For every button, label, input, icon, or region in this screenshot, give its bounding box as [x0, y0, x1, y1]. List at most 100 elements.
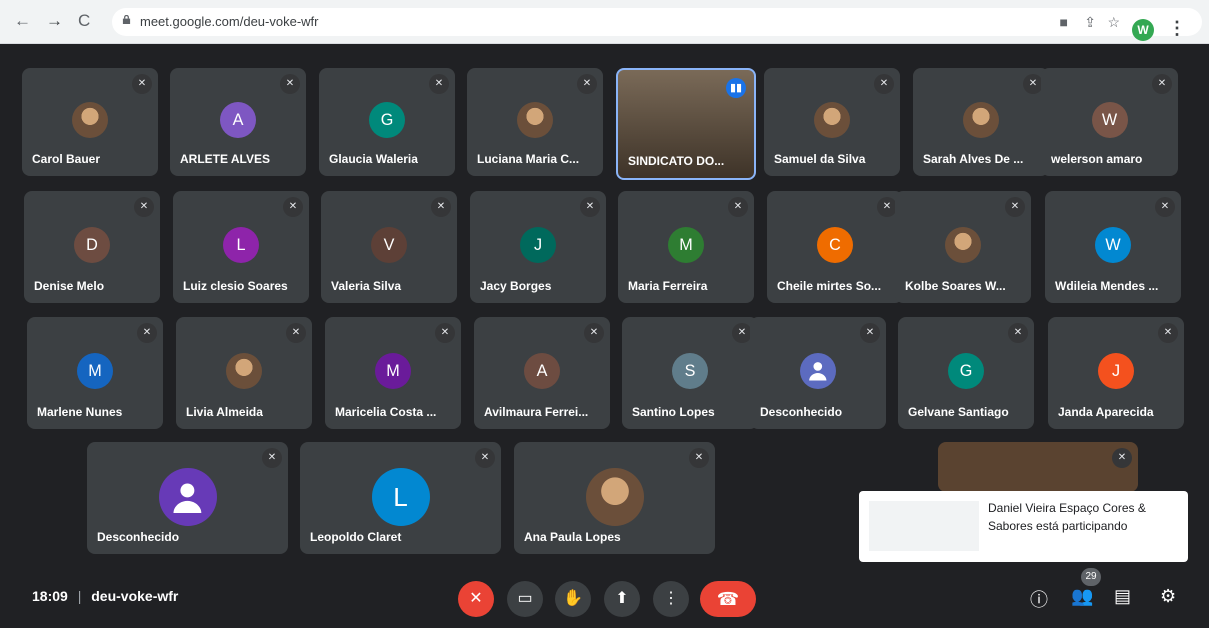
- forward-icon[interactable]: →: [46, 12, 63, 30]
- participant-tile[interactable]: ▮▮ SINDICATO DO...: [616, 68, 756, 180]
- participant-tile[interactable]: V ✕ Valeria Silva: [321, 191, 457, 303]
- lock-icon: [122, 15, 131, 24]
- more-options-button[interactable]: ⋮: [653, 581, 689, 617]
- participant-tile[interactable]: G ✕ Gelvane Santiago: [898, 317, 1034, 429]
- mic-toggle-button[interactable]: ✕: [458, 581, 494, 617]
- participant-count-badge: 29: [1081, 568, 1101, 586]
- mic-off-icon: ✕: [689, 448, 709, 468]
- participant-tile[interactable]: A ✕ ARLETE ALVES: [170, 68, 306, 176]
- mic-off-icon: ✕: [1155, 197, 1175, 217]
- participant-photo: [517, 102, 553, 138]
- participant-tile[interactable]: L ✕ Leopoldo Claret: [300, 442, 501, 554]
- chat-icon[interactable]: ▤: [1114, 586, 1131, 607]
- participant-name: Maricelia Costa ...: [335, 405, 437, 419]
- participant-tile-video[interactable]: ✕: [938, 442, 1138, 492]
- participant-tile[interactable]: L ✕ Luiz clesio Soares: [173, 191, 309, 303]
- participant-tile[interactable]: ✕ Sarah Alves De ...: [913, 68, 1049, 176]
- participant-tile[interactable]: A ✕ Avilmaura Ferrei...: [474, 317, 610, 429]
- participant-name: Leopoldo Claret: [310, 530, 402, 544]
- participant-name: SINDICATO DO...: [628, 154, 725, 168]
- participant-tile[interactable]: ✕ Kolbe Soares W...: [895, 191, 1031, 303]
- participant-avatar: D: [74, 227, 110, 263]
- participant-photo: [945, 227, 981, 263]
- address-bar[interactable]: meet.google.com/deu-voke-wfr ■ ⇪ ☆ W ⋮: [112, 8, 1202, 41]
- back-icon[interactable]: ←: [14, 12, 31, 30]
- participant-tile[interactable]: ✕ Ana Paula Lopes: [514, 442, 715, 554]
- participant-tile[interactable]: ✕ Luciana Maria C...: [467, 68, 603, 176]
- participant-tile[interactable]: ✕ Samuel da Silva: [764, 68, 900, 176]
- participant-avatar: A: [524, 353, 560, 389]
- participant-avatar: G: [369, 102, 405, 138]
- leave-call-button[interactable]: ☎: [700, 581, 756, 617]
- participant-photo: [585, 468, 644, 526]
- info-icon[interactable]: ⓘ: [1030, 586, 1048, 612]
- mic-off-icon: ✕: [132, 74, 152, 94]
- participant-name: Kolbe Soares W...: [905, 279, 1006, 293]
- participant-name: Avilmaura Ferrei...: [484, 405, 589, 419]
- participant-avatar: J: [1098, 353, 1134, 389]
- participant-name: Janda Aparecida: [1058, 405, 1154, 419]
- participant-name: Maria Ferreira: [628, 279, 708, 293]
- meeting-code: deu-voke-wfr: [91, 588, 179, 604]
- participant-avatar: S: [672, 353, 708, 389]
- participant-tile[interactable]: M ✕ Maricelia Costa ...: [325, 317, 461, 429]
- participant-tile[interactable]: W ✕ welerson amaro: [1041, 68, 1178, 176]
- mic-off-icon: ✕: [860, 323, 880, 343]
- participant-tile[interactable]: ✕ Livia Almeida: [176, 317, 312, 429]
- participant-name: Desconhecido: [760, 405, 843, 419]
- participant-name: Carol Bauer: [32, 152, 101, 166]
- participant-tile[interactable]: C ✕ Cheile mirtes So...: [767, 191, 903, 303]
- mic-off-icon: ✕: [137, 323, 157, 343]
- participant-photo: [226, 353, 262, 389]
- camera-toggle-button[interactable]: ▭: [507, 581, 543, 617]
- participant-avatar: W: [1095, 227, 1131, 263]
- reload-icon[interactable]: C: [78, 12, 90, 30]
- participant-name: Cheile mirtes So...: [777, 279, 882, 293]
- participant-tile[interactable]: M ✕ Maria Ferreira: [618, 191, 754, 303]
- participant-name: welerson amaro: [1051, 152, 1143, 166]
- participant-tile[interactable]: G ✕ Glaucia Waleria: [319, 68, 455, 176]
- participant-name: Marlene Nunes: [37, 405, 123, 419]
- present-button[interactable]: ⬆: [604, 581, 640, 617]
- participant-name: Gelvane Santiago: [908, 405, 1009, 419]
- participant-avatar: C: [817, 227, 853, 263]
- participant-tile[interactable]: J ✕ Jacy Borges: [470, 191, 606, 303]
- participant-tile[interactable]: J ✕ Janda Aparecida: [1048, 317, 1184, 429]
- share-icon[interactable]: ⇪: [1084, 14, 1096, 31]
- participant-name: Santino Lopes: [632, 405, 715, 419]
- raise-hand-button[interactable]: ✋: [555, 581, 591, 617]
- participant-avatar: M: [668, 227, 704, 263]
- participant-tile[interactable]: D ✕ Denise Melo: [24, 191, 160, 303]
- participant-tile[interactable]: W ✕ Wdileia Mendes ...: [1045, 191, 1181, 303]
- participant-tile[interactable]: ✕ Desconhecido: [750, 317, 886, 429]
- participant-name: Luiz clesio Soares: [183, 279, 288, 293]
- participant-tile[interactable]: ✕ Carol Bauer: [22, 68, 158, 176]
- star-icon[interactable]: ☆: [1107, 14, 1120, 31]
- participant-tile[interactable]: S ✕ Santino Lopes: [622, 317, 758, 429]
- participant-avatar: J: [520, 227, 556, 263]
- mic-off-icon: ✕: [580, 197, 600, 217]
- join-notification: Daniel Vieira Espaço Cores & Sabores est…: [859, 491, 1188, 562]
- participant-photo: [963, 102, 999, 138]
- anonymous-user-avatar: [158, 468, 217, 526]
- meeting-controls-bar: 18:09 | deu-voke-wfr ✕ ▭ ✋ ⬆ ⋮ ☎ ⓘ 👥 29 …: [0, 568, 1209, 628]
- participant-name: Ana Paula Lopes: [524, 530, 621, 544]
- browser-menu-icon[interactable]: ⋮: [1168, 18, 1186, 39]
- meeting-info: 18:09 | deu-voke-wfr: [32, 588, 178, 604]
- participant-avatar: M: [77, 353, 113, 389]
- participant-tile[interactable]: M ✕ Marlene Nunes: [27, 317, 163, 429]
- browser-chrome: ← → C meet.google.com/deu-voke-wfr ■ ⇪ ☆…: [0, 0, 1209, 44]
- participant-tile[interactable]: ✕ Desconhecido: [87, 442, 288, 554]
- participant-name: Desconhecido: [97, 530, 180, 544]
- profile-avatar[interactable]: W: [1132, 19, 1154, 41]
- mic-off-icon: ✕: [732, 323, 752, 343]
- participant-avatar: V: [371, 227, 407, 263]
- notification-text: Daniel Vieira Espaço Cores & Sabores est…: [988, 501, 1146, 533]
- camera-icon[interactable]: ■: [1060, 14, 1068, 30]
- activities-icon[interactable]: ⚙: [1160, 586, 1176, 607]
- participant-name: Samuel da Silva: [774, 152, 866, 166]
- mic-off-icon: ✕: [286, 323, 306, 343]
- url-text: meet.google.com/deu-voke-wfr: [140, 14, 319, 29]
- people-icon[interactable]: 👥: [1071, 586, 1093, 607]
- participant-name: Wdileia Mendes ...: [1055, 279, 1159, 293]
